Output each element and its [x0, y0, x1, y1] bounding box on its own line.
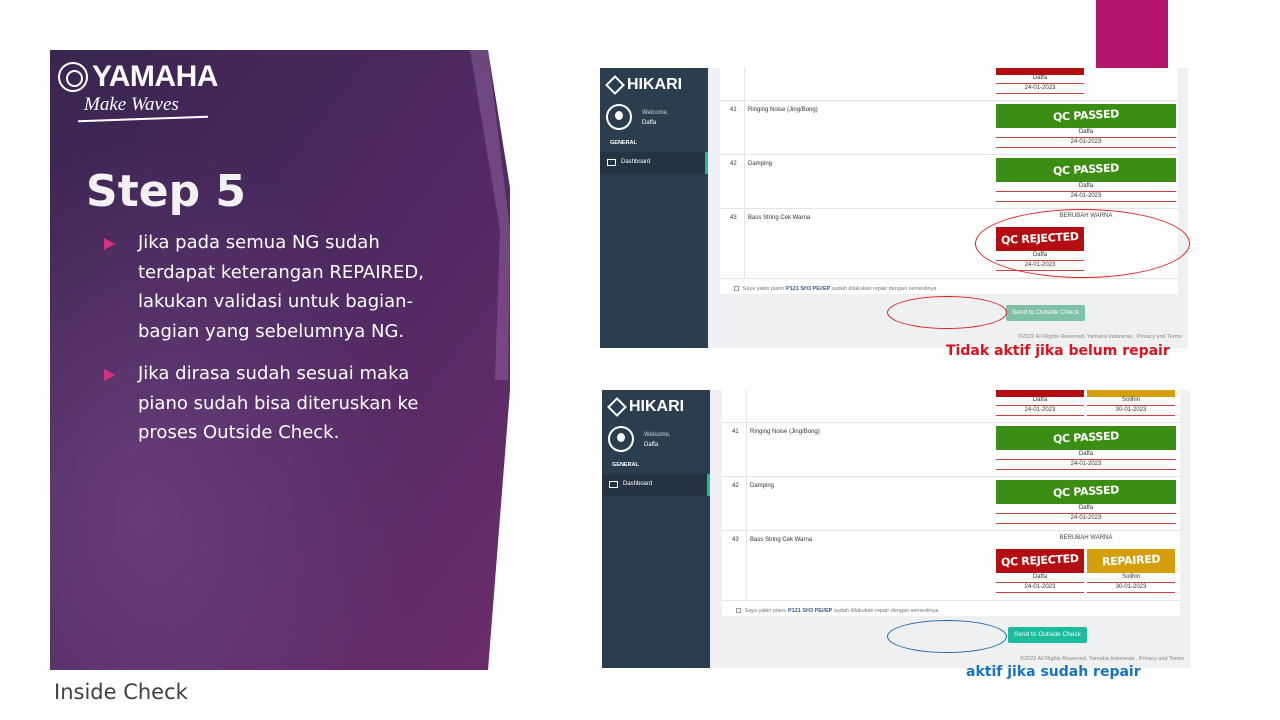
bullet-list: Jika pada semua NG sudah terdapat ketera… — [104, 228, 454, 461]
table-row: 41 Ringing Noise (Jing/Bong) QC PASSED D… — [722, 423, 1180, 477]
table-row: 42 Damping QC PASSED Daffa 24-01-2023 — [720, 155, 1178, 209]
bullet-arrow-icon — [104, 238, 115, 250]
hikari-logo-icon — [605, 75, 625, 95]
qc-passed-stamp: QC PASSED — [996, 426, 1176, 450]
row-number: 41 — [732, 429, 739, 435]
sidebar-item-dashboard[interactable]: Dashboard — [600, 152, 708, 174]
table-row — [722, 390, 1180, 423]
row-item-name: Damping — [750, 483, 775, 489]
yamaha-logo: YAMAHA Make Waves — [58, 62, 218, 124]
user-name: Daffa — [642, 120, 657, 126]
avatar — [608, 426, 634, 452]
row-item-name: Bass String Cek Warna — [750, 537, 813, 543]
highlight-rejected-ellipse — [975, 209, 1190, 278]
stamp-info: Solihin 30-01-2023 — [1087, 573, 1175, 593]
row-item-name: Bass String Cek Warna — [748, 215, 811, 221]
app-brand: HIKARI — [607, 397, 685, 417]
table-row: 42 Damping QC PASSED Daffa 24-01-2023 — [722, 477, 1180, 531]
bullet-arrow-icon — [104, 369, 115, 381]
user-name: Daffa — [644, 442, 659, 448]
app-brand: HIKARI — [605, 75, 683, 95]
sidebar-item-label: Dashboard — [623, 481, 653, 487]
bullet-item: Jika pada semua NG sudah terdapat ketera… — [104, 228, 454, 346]
row-number: 42 — [730, 161, 737, 167]
stamp-info: Daffa 24-01-2023 — [996, 504, 1176, 524]
row-number: 43 — [732, 537, 739, 543]
checklist-card: Daffa 24-01-2023 Solihin 30-01-2023 41 R… — [722, 390, 1180, 616]
row-item-name: Ringing Noise (Jing/Bong) — [750, 429, 820, 435]
copyright-footer: ©2022 All Rights Reserved. Yamaha Indone… — [1020, 656, 1184, 662]
send-to-outside-check-button[interactable]: Send to Outside Check — [1006, 305, 1085, 321]
accent-block — [1096, 0, 1168, 68]
row-item-name: Ringing Noise (Jing/Bong) — [748, 107, 818, 113]
welcome-block: Welcome, Daffa — [644, 430, 671, 450]
tuning-fork-emblem-icon — [58, 62, 88, 92]
copyright-footer: ©2022 All Rights Reserved. Yamaha Indone… — [1018, 334, 1182, 340]
stamp-info: Daffa 24-01-2023 — [996, 128, 1176, 148]
qc-rejected-stamp: QC REJECTED — [996, 549, 1084, 573]
table-row — [720, 68, 1178, 101]
screenshot-after-repair: HIKARI Welcome, Daffa GENERAL Dashboard … — [602, 390, 1190, 668]
app-name: HIKARI — [629, 398, 685, 415]
confirm-checkbox[interactable] — [736, 608, 741, 613]
app-name: HIKARI — [627, 76, 683, 93]
welcome-block: Welcome, Daffa — [642, 108, 669, 128]
bullet-text: Jika pada semua NG sudah terdapat ketera… — [138, 232, 424, 342]
qc-passed-stamp: QC PASSED — [996, 104, 1176, 128]
row-item-name: Damping — [748, 161, 773, 167]
highlight-button-ellipse — [887, 296, 1007, 329]
repaired-stamp: REPAIRED — [1087, 549, 1175, 573]
confirm-checkbox[interactable] — [734, 286, 739, 291]
footer-label: Inside Check — [54, 680, 188, 704]
caption-active: aktif jika sudah repair — [966, 664, 1141, 680]
logo-wordmark: YAMAHA — [92, 60, 218, 93]
stamp-info: Daffa 24-01-2023 — [996, 573, 1084, 593]
stamp-info: Daffa 24-01-2023 — [996, 450, 1176, 470]
logo-underline — [78, 115, 208, 123]
send-to-outside-check-button[interactable]: Send to Outside Check — [1008, 627, 1087, 643]
welcome-text: Welcome, — [644, 432, 671, 438]
monitor-icon — [607, 159, 616, 166]
highlight-button-ellipse — [887, 620, 1007, 653]
qc-passed-stamp: QC PASSED — [996, 480, 1176, 504]
hikari-logo-icon — [607, 397, 627, 417]
row-number: 43 — [730, 215, 737, 221]
sidebar-item-dashboard[interactable]: Dashboard — [602, 474, 710, 496]
confirm-checkbox-row[interactable]: Saya yakin piano P121 SH3 PE//EP sudah d… — [734, 286, 936, 292]
defect-note: BERUBAH WARNA — [1059, 535, 1113, 541]
sidebar-item-label: Dashboard — [621, 159, 651, 165]
table-row: 43 Bass String Cek Warna BERUBAH WARNA Q… — [722, 531, 1180, 601]
welcome-text: Welcome, — [642, 110, 669, 116]
nav-section-label: GENERAL — [612, 462, 639, 468]
nav-section-label: GENERAL — [610, 140, 637, 146]
row-number: 41 — [730, 107, 737, 113]
slide-title: Step 5 — [86, 166, 246, 217]
bullet-item: Jika dirasa sudah sesuai maka piano suda… — [104, 359, 454, 448]
stamp-info: Daffa 24-01-2023 — [996, 182, 1176, 202]
caption-inactive: Tidak aktif jika belum repair — [946, 343, 1170, 359]
sidebar: HIKARI Welcome, Daffa GENERAL Dashboard — [600, 68, 708, 348]
monitor-icon — [609, 481, 618, 488]
row-number: 42 — [732, 483, 739, 489]
avatar — [606, 104, 632, 130]
qc-passed-stamp: QC PASSED — [996, 158, 1176, 182]
logo-tagline: Make Waves — [84, 94, 179, 115]
table-row: 41 Ringing Noise (Jing/Bong) QC PASSED D… — [720, 101, 1178, 155]
confirm-checkbox-row[interactable]: Saya yakin piano P121 SH3 PE//EP sudah d… — [736, 608, 938, 614]
bullet-text: Jika dirasa sudah sesuai maka piano suda… — [138, 363, 419, 443]
sidebar: HIKARI Welcome, Daffa GENERAL Dashboard — [602, 390, 710, 668]
